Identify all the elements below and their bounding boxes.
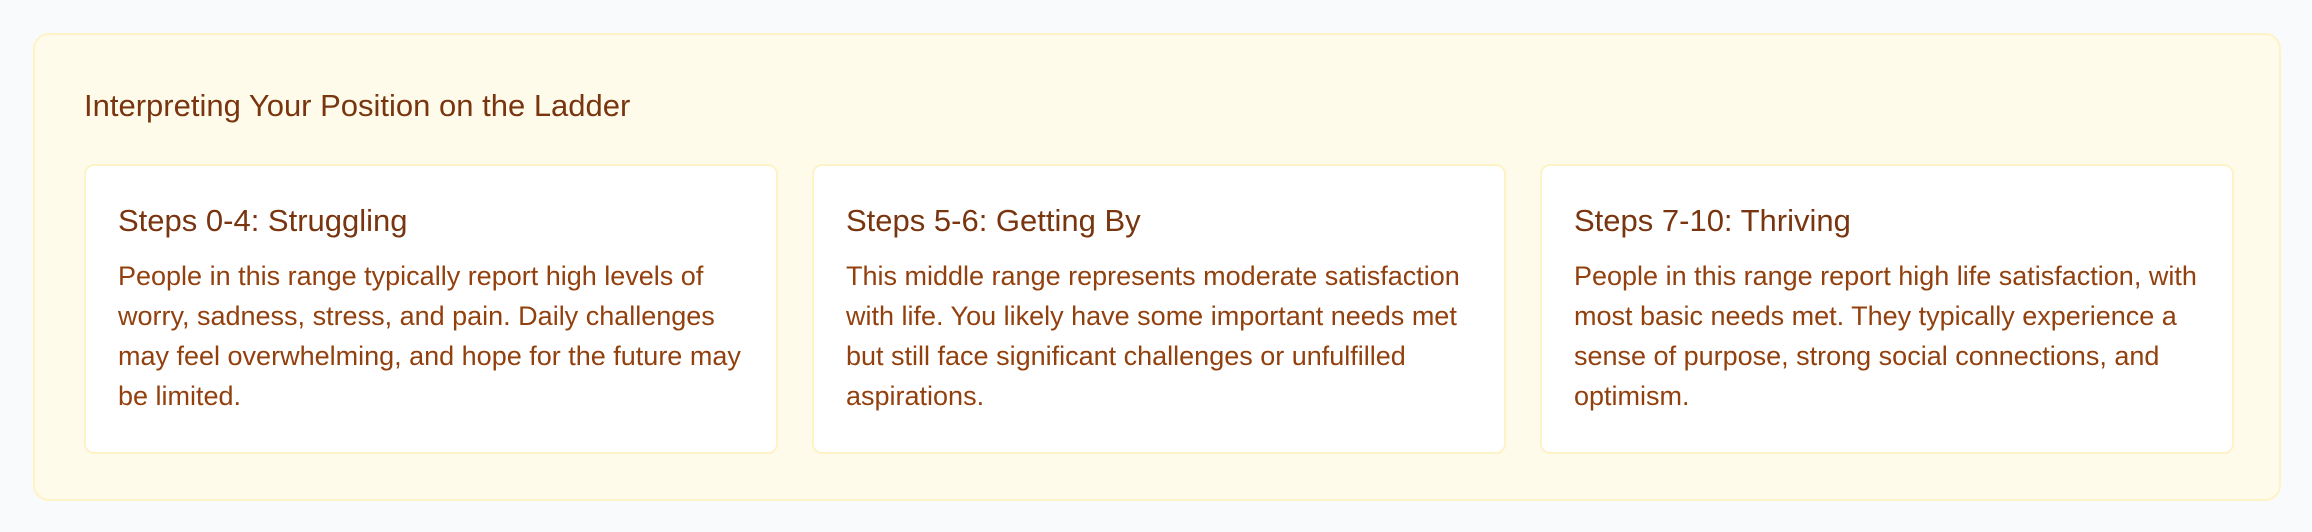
card-title: Steps 7-10: Thriving (1574, 203, 1851, 238)
card-description: This middle range represents moderate sa… (846, 261, 1460, 412)
card-thriving: Steps 7-10: Thriving People in this rang… (1540, 164, 2234, 454)
card-struggling: Steps 0-4: Struggling People in this ran… (84, 164, 778, 454)
section-title: Interpreting Your Position on the Ladder (84, 88, 631, 123)
card-getting-by: Steps 5-6: Getting By This middle range … (812, 164, 1506, 454)
card-title: Steps 5-6: Getting By (846, 203, 1141, 238)
interpretation-cards: Steps 0-4: Struggling People in this ran… (84, 164, 2234, 454)
card-title: Steps 0-4: Struggling (118, 203, 408, 238)
ladder-interpretation-panel: Interpreting Your Position on the Ladder… (33, 33, 2281, 501)
card-description: People in this range report high life sa… (1574, 261, 2197, 412)
card-description: People in this range typically report hi… (118, 261, 741, 412)
